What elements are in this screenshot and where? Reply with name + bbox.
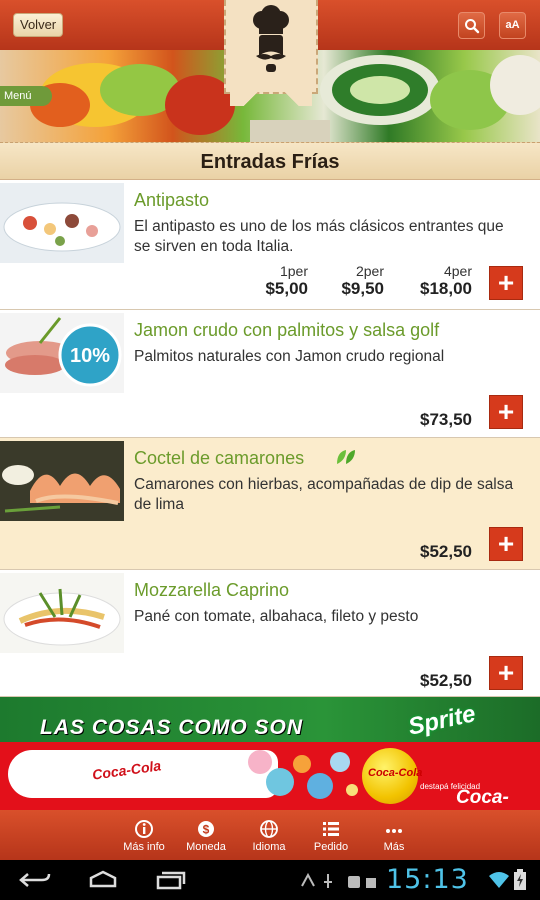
ad-banner-top[interactable]: LAS COSAS COMO SON Sprite xyxy=(0,697,540,742)
ad-banner-bottom[interactable]: Coca-Cola Coca-Cola destapá felicidad Co… xyxy=(0,742,540,810)
portion-label: 1per xyxy=(279,263,308,279)
currency-icon: $ xyxy=(198,821,214,837)
bottom-tab-bar: Más info $ Moneda Idioma Pedido Más xyxy=(0,810,540,860)
wifi-icon xyxy=(489,872,509,888)
item-description: Palmitos naturales con Jamon crudo regio… xyxy=(134,348,445,365)
status-icons xyxy=(301,872,376,888)
menu-item[interactable]: Coctel de camarones Camarones con hierba… xyxy=(0,438,540,570)
menu-tab[interactable]: Menú xyxy=(0,86,52,106)
item-price: $73,50 xyxy=(420,410,472,429)
tab-more-info[interactable]: Más info xyxy=(112,810,176,860)
item-photo: 10% xyxy=(0,313,124,393)
bubbles-graphic xyxy=(248,750,358,799)
ad-slogan: LAS COSAS COMO SON xyxy=(40,716,304,739)
menu-item[interactable]: Antipasto El antipasto es uno de los más… xyxy=(0,180,540,310)
more-icon xyxy=(386,829,402,833)
ad-brand: Coca-Cola xyxy=(456,787,509,810)
search-icon xyxy=(464,19,479,34)
list-icon xyxy=(323,822,339,836)
section-title: Entradas Frías xyxy=(0,142,540,180)
discount-badge: 10% xyxy=(70,345,110,367)
back-nav-icon[interactable] xyxy=(18,870,52,890)
portion-label: 4per xyxy=(443,263,472,279)
leaf-icon xyxy=(337,450,355,464)
font-size-button[interactable]: aA xyxy=(499,12,526,39)
price-option: 4per $18,00 xyxy=(400,263,472,299)
item-price: $52,50 xyxy=(420,542,472,561)
item-name: Antipasto xyxy=(134,190,210,210)
add-to-order-button[interactable]: + xyxy=(489,527,523,561)
tab-label: Idioma xyxy=(252,841,286,853)
system-clock: 15:13 xyxy=(386,864,469,895)
item-photo xyxy=(0,573,124,653)
price-option: 1per $5,00 xyxy=(250,263,308,299)
add-to-order-button[interactable]: + xyxy=(489,395,523,429)
search-button[interactable] xyxy=(458,12,485,39)
item-description: Camarones con hierbas, acompañadas de di… xyxy=(134,476,514,513)
ad-ball-brand: Coca-Cola xyxy=(368,767,423,779)
recent-apps-icon[interactable] xyxy=(154,870,188,890)
tab-label: Más info xyxy=(123,841,165,853)
portion-price: $9,50 xyxy=(341,279,384,298)
info-icon xyxy=(135,820,153,838)
svg-text:$: $ xyxy=(203,823,210,837)
tab-currency[interactable]: $ Moneda xyxy=(174,810,238,860)
chef-logo xyxy=(224,0,318,106)
battery-icon xyxy=(514,869,526,890)
item-description: El antipasto es uno de los más clásicos … xyxy=(134,218,504,255)
price-option: 2per $9,50 xyxy=(326,263,384,299)
item-photo xyxy=(0,441,124,521)
item-photo xyxy=(0,183,124,263)
add-to-order-button[interactable]: + xyxy=(489,656,523,690)
item-name: Jamon crudo con palmitos y salsa golf xyxy=(134,320,440,340)
tab-label: Moneda xyxy=(186,841,226,853)
globe-icon xyxy=(260,820,278,838)
tab-more[interactable]: Más xyxy=(362,810,426,860)
item-name: Mozzarella Caprino xyxy=(134,580,290,600)
menu-item[interactable]: Mozzarella Caprino Pané con tomate, alba… xyxy=(0,570,540,697)
item-description: Pané con tomate, albahaca, fileto y pest… xyxy=(134,608,419,625)
menu-item[interactable]: 10% Jamon crudo con palmitos y salsa gol… xyxy=(0,310,540,438)
portion-price: $18,00 xyxy=(420,279,472,298)
tab-order[interactable]: Pedido xyxy=(299,810,363,860)
system-bar: 15:13 xyxy=(0,860,540,900)
ad-brand: Sprite xyxy=(405,700,478,741)
portion-price: $5,00 xyxy=(265,279,308,298)
tab-language[interactable]: Idioma xyxy=(237,810,301,860)
add-to-order-button[interactable]: + xyxy=(489,266,523,300)
chef-icon xyxy=(253,5,289,72)
item-price: $52,50 xyxy=(420,671,472,690)
item-name: Coctel de camarones xyxy=(134,448,305,468)
tab-label: Más xyxy=(383,841,405,853)
portion-label: 2per xyxy=(355,263,384,279)
home-nav-icon[interactable] xyxy=(86,870,120,890)
back-button[interactable]: Volver xyxy=(13,13,64,37)
tab-label: Pedido xyxy=(313,841,349,853)
